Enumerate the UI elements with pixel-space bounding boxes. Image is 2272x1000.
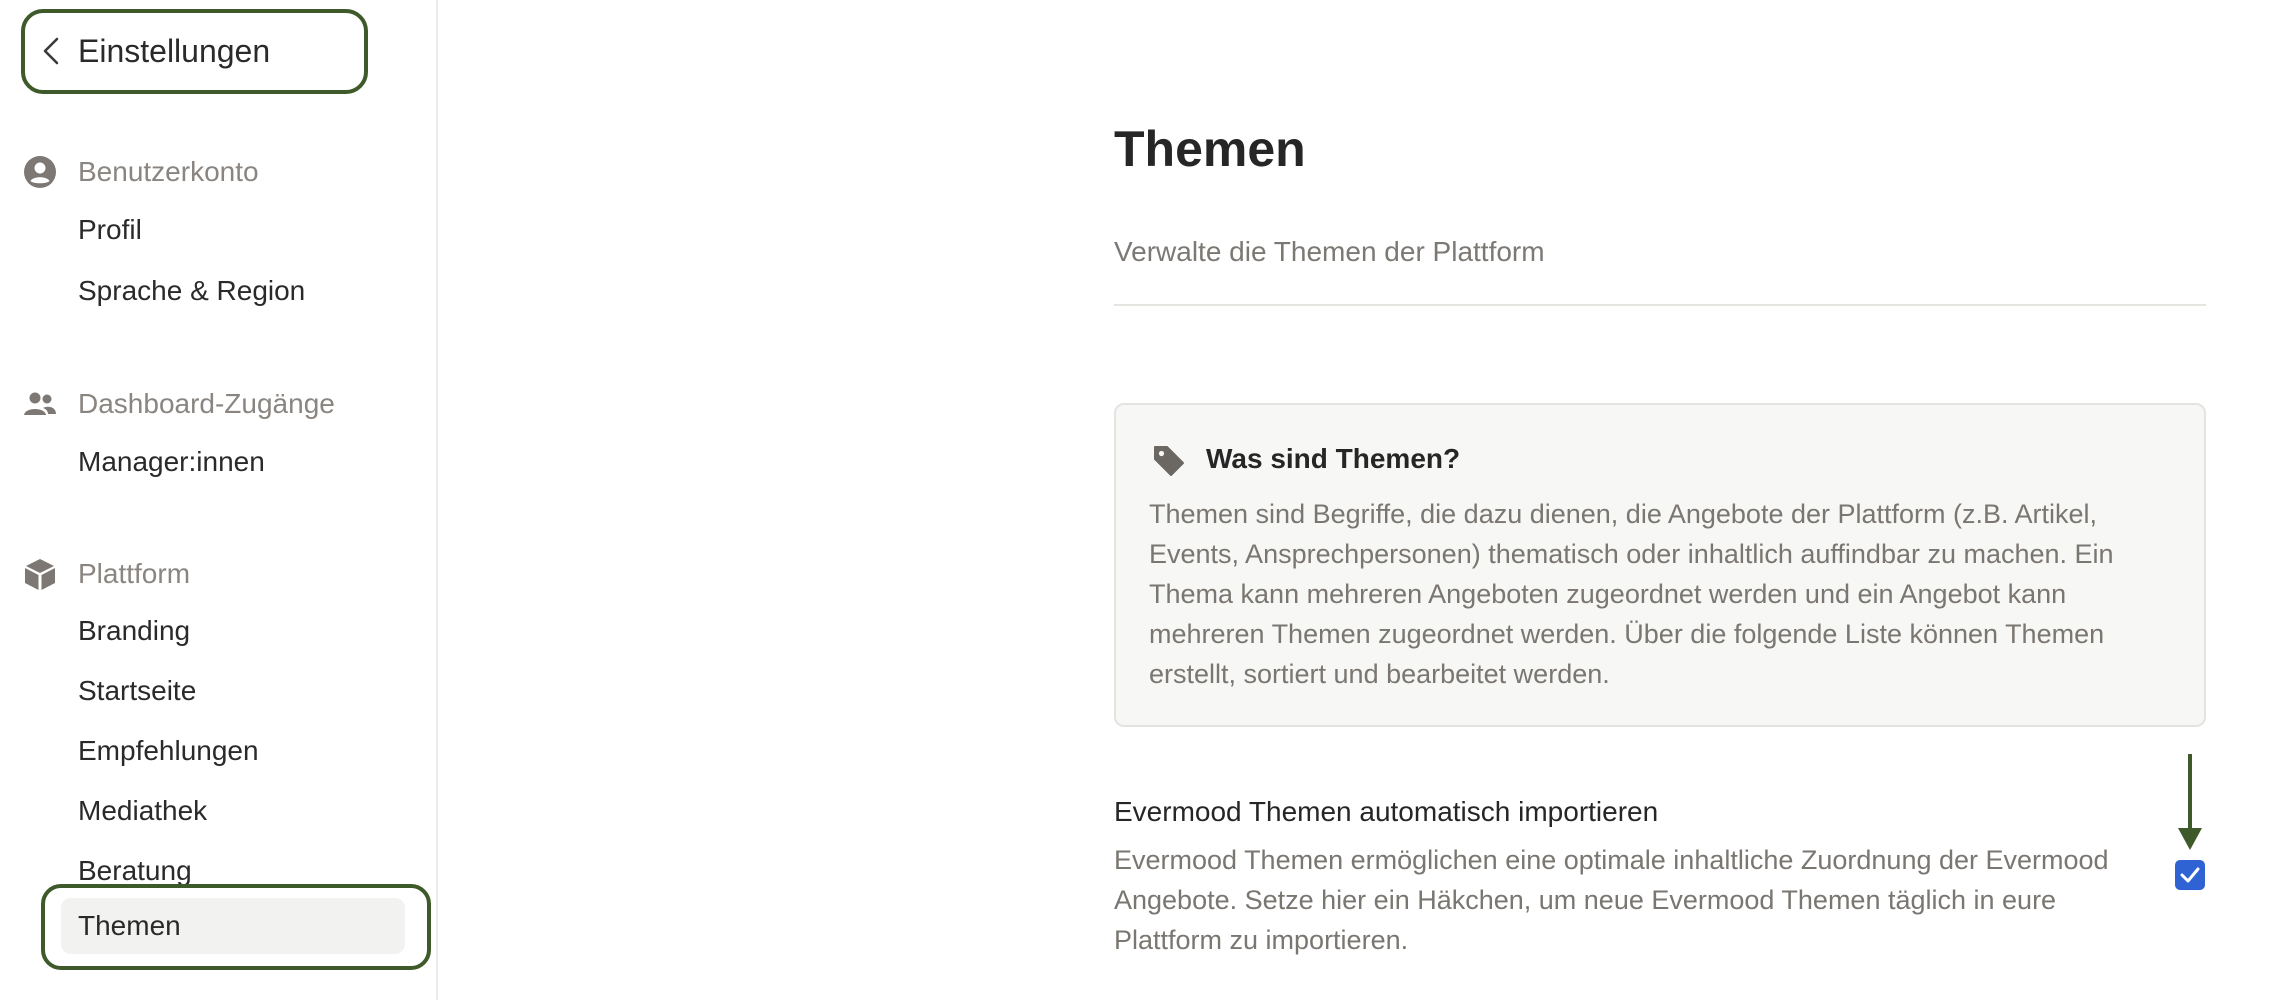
settings-sidebar: Einstellungen Benutzerkonto Profil Sprac…: [0, 0, 438, 1000]
settings-page: Einstellungen Benutzerkonto Profil Sprac…: [0, 0, 2272, 1000]
cube-icon: [25, 559, 55, 590]
section-label: Dashboard-Zugänge: [78, 388, 335, 419]
back-to-settings-button[interactable]: Einstellungen: [21, 9, 368, 94]
sidebar-item-branding[interactable]: Branding: [78, 611, 190, 651]
setting-description: Evermood Themen ermöglichen eine optimal…: [1114, 845, 2109, 955]
sidebar-item-sprache-region[interactable]: Sprache & Region: [78, 271, 305, 311]
page-title: Themen: [1114, 121, 1306, 177]
main-content: Themen Verwalte die Themen der Plattform…: [1114, 0, 2208, 1000]
header-divider: [1114, 304, 2206, 306]
sidebar-item-startseite[interactable]: Startseite: [78, 671, 196, 711]
info-title: Was sind Themen?: [1206, 443, 1461, 474]
info-body: Themen sind Begriffe, die dazu dienen, d…: [1149, 499, 2114, 689]
section-header-benutzerkonto: Benutzerkonto: [22, 152, 259, 192]
sidebar-item-managerinnen[interactable]: Manager:innen: [78, 442, 265, 482]
section-header-plattform: Plattform: [22, 554, 190, 594]
sidebar-item-mediathek[interactable]: Mediathek: [78, 791, 207, 831]
page-subtitle: Verwalte die Themen der Plattform: [1114, 236, 1545, 267]
section-header-dashboard-zugaenge: Dashboard-Zugänge: [22, 384, 335, 424]
sidebar-item-profil[interactable]: Profil: [78, 210, 142, 250]
sidebar-item-themen[interactable]: Themen: [78, 906, 181, 946]
chevron-left-icon: [43, 37, 59, 65]
account-circle-icon: [24, 156, 56, 188]
auto-import-checkbox[interactable]: [2175, 860, 2205, 890]
section-label: Benutzerkonto: [78, 156, 259, 187]
info-box: Was sind Themen? Themen sind Begriffe, d…: [1114, 403, 2206, 727]
back-label: Einstellungen: [78, 33, 271, 69]
tag-icon: [1154, 446, 1184, 476]
sidebar-item-empfehlungen[interactable]: Empfehlungen: [78, 731, 259, 771]
arrow-down-icon: [2178, 754, 2202, 850]
setting-title: Evermood Themen automatisch importieren: [1114, 796, 1659, 827]
checkmark-icon: [2180, 867, 2200, 883]
section-label: Plattform: [78, 558, 191, 589]
people-icon: [24, 392, 56, 415]
